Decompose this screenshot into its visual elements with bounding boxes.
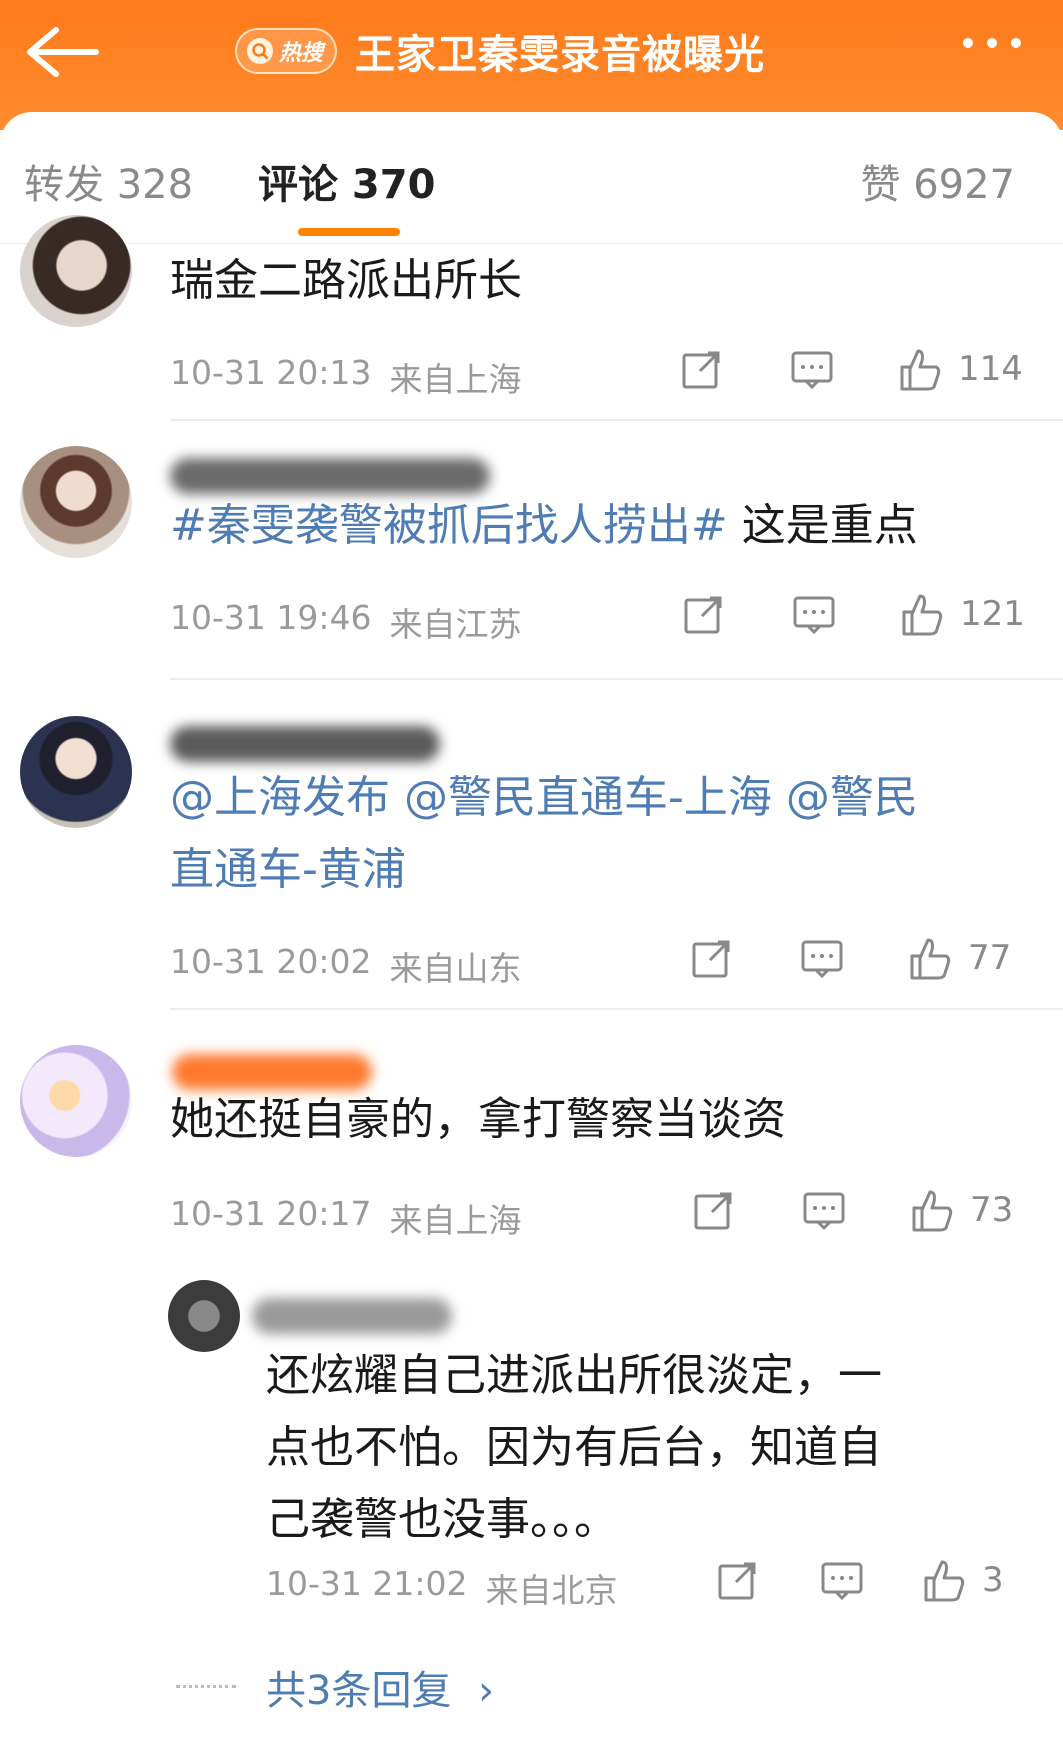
comment-location: 来自山东 [389, 949, 522, 988]
comment-text: 她还挺自豪的，拿打警察当谈资 [170, 1094, 786, 1145]
chevron-right-icon: › [478, 1668, 495, 1714]
reply-meta: 10-31 21:02 来自北京 [266, 1564, 617, 1612]
view-more-replies-link[interactable]: 共3条回复 › [266, 1658, 494, 1716]
comment-text: @上海发布 @警民直通车-上海 @警民 直通车-黄浦 [170, 762, 1040, 906]
more-options-icon[interactable] [963, 38, 1021, 48]
divider [170, 1008, 1063, 1010]
like-count: 77 [968, 938, 1012, 978]
comment-actions: 77 [690, 936, 1011, 980]
comment-meta: 10-31 20:17 来自上海 [170, 1194, 521, 1242]
mention-links[interactable]: @上海发布 @警民直通车-上海 @警民 [170, 762, 1040, 834]
reply-text: 还炫耀自己进派出所很淡定，一 点也不怕。因为有后台，知道自 己袭警也没事。。。 [266, 1340, 1006, 1556]
avatar[interactable] [20, 716, 132, 828]
tab-bar: 转发 328 评论 370 赞 6927 [0, 112, 1063, 244]
reply-dots-divider [176, 1685, 236, 1689]
mention-links-cont[interactable]: 直通车-黄浦 [170, 834, 1040, 906]
like-icon[interactable] [922, 1558, 966, 1602]
comment-meta: 10-31 20:13 来自上海 [170, 353, 521, 401]
more-replies-label: 共3条回复 [266, 1668, 452, 1714]
search-icon [247, 38, 273, 64]
comment-text-body: 这是重点 [727, 500, 918, 551]
share-icon[interactable] [682, 592, 726, 636]
reply-icon[interactable] [790, 347, 834, 391]
comment-time: 10-31 20:13 [170, 353, 372, 392]
comment-actions: 121 [682, 592, 1025, 636]
tab-likes[interactable]: 赞 6927 [860, 152, 1015, 210]
comment-time: 10-31 20:02 [170, 942, 372, 981]
reply-icon[interactable] [792, 592, 836, 636]
like-icon[interactable] [908, 936, 952, 980]
reply-icon[interactable] [820, 1558, 864, 1602]
like-count: 114 [958, 349, 1023, 389]
comment-time: 10-31 20:17 [170, 1194, 372, 1233]
hot-search-badge[interactable]: 热搜 [235, 28, 338, 74]
comment-time: 10-31 19:46 [170, 598, 372, 637]
comment-location: 来自上海 [389, 1201, 522, 1240]
divider [170, 419, 1063, 421]
reply-text-line1: 还炫耀自己进派出所很淡定，一 [266, 1350, 882, 1401]
comment-meta: 10-31 20:02 来自山东 [170, 942, 521, 990]
reply-text-line3: 己袭警也没事。。。 [266, 1494, 618, 1545]
avatar[interactable] [20, 1045, 132, 1157]
reply-avatar[interactable] [168, 1280, 240, 1352]
reply-username-redacted[interactable] [252, 1298, 452, 1334]
avatar[interactable] [20, 215, 132, 327]
username-redacted[interactable] [170, 726, 440, 762]
comment-location: 来自江苏 [389, 605, 522, 644]
reply-icon[interactable] [800, 936, 844, 980]
hot-badge-label: 热搜 [279, 41, 324, 66]
back-arrow-icon[interactable] [22, 24, 102, 80]
comment-text: 瑞金二路派出所长 [170, 255, 522, 306]
comment-meta: 10-31 19:46 来自江苏 [170, 598, 521, 646]
tab-comments[interactable]: 评论 370 [258, 152, 435, 210]
username-redacted[interactable] [170, 458, 490, 494]
comment-actions: 114 [680, 347, 1023, 391]
share-icon[interactable] [680, 347, 724, 391]
top-bar: 热搜 王家卫秦雯录音被曝光 [0, 0, 1063, 130]
reply-time: 10-31 21:02 [266, 1564, 468, 1603]
comment-location: 来自上海 [389, 360, 522, 399]
like-count: 3 [982, 1560, 1004, 1600]
share-icon[interactable] [690, 936, 734, 980]
like-count: 121 [960, 594, 1025, 634]
like-icon[interactable] [898, 347, 942, 391]
share-icon[interactable] [692, 1188, 736, 1232]
like-icon[interactable] [900, 592, 944, 636]
hashtag-link[interactable]: #秦雯袭警被抓后找人捞出# [170, 500, 728, 551]
page-title: 王家卫秦雯录音被曝光 [355, 32, 766, 78]
share-icon[interactable] [716, 1558, 760, 1602]
tab-repost[interactable]: 转发 328 [24, 152, 193, 210]
comment-actions: 73 [692, 1188, 1013, 1232]
reply-text-line2: 点也不怕。因为有后台，知道自 [266, 1422, 882, 1473]
reply-location: 来自北京 [485, 1571, 618, 1610]
like-icon[interactable] [910, 1188, 954, 1232]
title-wrap: 热搜 王家卫秦雯录音被曝光 [235, 18, 765, 84]
like-count: 73 [970, 1190, 1014, 1230]
reply-icon[interactable] [802, 1188, 846, 1232]
reply-actions: 3 [716, 1558, 1004, 1602]
avatar[interactable] [20, 446, 132, 558]
comment-text: #秦雯袭警被抓后找人捞出# 这是重点 [170, 490, 1040, 562]
divider [170, 678, 1063, 680]
tab-active-indicator [298, 228, 400, 236]
